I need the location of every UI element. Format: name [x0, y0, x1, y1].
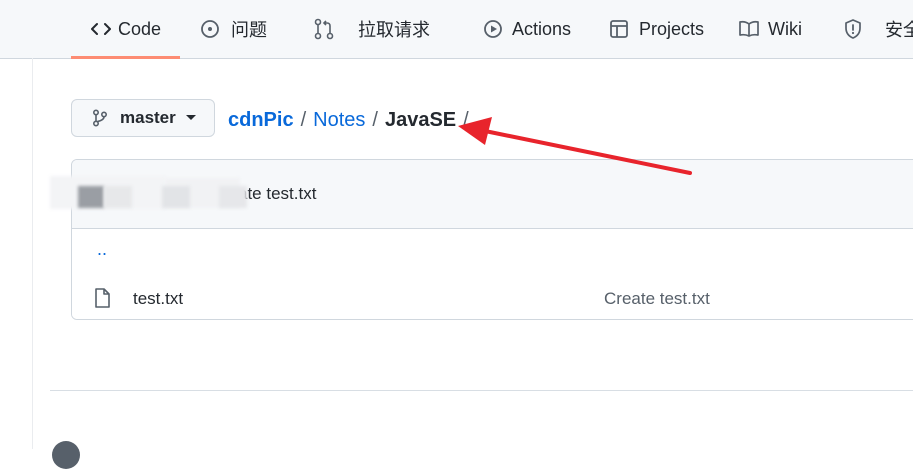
tab-issues-label: 问题	[231, 20, 267, 40]
tab-pull-requests[interactable]: 拉取请求	[313, 0, 430, 58]
footer-github-logo	[52, 441, 80, 469]
breadcrumb-separator: /	[463, 108, 469, 131]
shield-icon	[842, 18, 864, 40]
breadcrumb-separator: /	[300, 108, 307, 131]
tab-issues[interactable]: 问题	[199, 0, 267, 58]
breadcrumb: cdnPic / Notes / JavaSE /	[228, 105, 476, 135]
active-tab-indicator	[71, 56, 180, 59]
breadcrumb-current: JavaSE	[384, 108, 457, 131]
branch-selector-button[interactable]: master	[71, 99, 215, 137]
commit-message[interactable]: ate test.txt	[238, 184, 316, 204]
parent-directory-row[interactable]: ..	[72, 229, 913, 276]
file-icon	[94, 288, 110, 308]
tab-wiki-label: Wiki	[768, 18, 802, 39]
repo-navbar: Code 问题 拉取请求 Actions Projects Wiki 安全	[0, 0, 913, 59]
pull-request-icon	[313, 18, 335, 40]
breadcrumb-separator: /	[372, 108, 378, 131]
tab-code-label: Code	[118, 18, 162, 39]
chevron-down-icon	[185, 115, 196, 121]
git-branch-icon	[92, 109, 108, 127]
breadcrumb-folder-link[interactable]: Notes	[313, 109, 365, 132]
tab-wiki[interactable]: Wiki	[738, 0, 802, 58]
page-divider	[32, 58, 33, 449]
branch-name: master	[120, 108, 176, 127]
tab-projects-label: Projects	[639, 18, 705, 39]
parent-directory-link[interactable]: ..	[97, 239, 107, 260]
footer-divider	[50, 390, 913, 391]
tab-code[interactable]: Code	[90, 0, 161, 58]
table-icon	[608, 18, 630, 40]
tab-actions[interactable]: Actions	[482, 0, 571, 58]
file-commit-message[interactable]: Create test.txt	[604, 289, 710, 309]
tab-security-label: 安全	[885, 20, 913, 40]
breadcrumb-repo-link[interactable]: cdnPic	[228, 109, 294, 132]
play-icon	[482, 18, 504, 40]
file-name-link[interactable]: test.txt	[133, 289, 183, 309]
tab-pull-requests-label: 拉取请求	[358, 20, 430, 40]
code-icon	[90, 18, 112, 40]
tab-projects[interactable]: Projects	[608, 0, 704, 58]
tab-security[interactable]: 安全	[842, 0, 913, 58]
tab-actions-label: Actions	[512, 18, 572, 39]
issue-icon	[199, 18, 221, 40]
book-icon	[738, 18, 760, 40]
table-row[interactable]: test.txt Create test.txt	[72, 275, 913, 319]
